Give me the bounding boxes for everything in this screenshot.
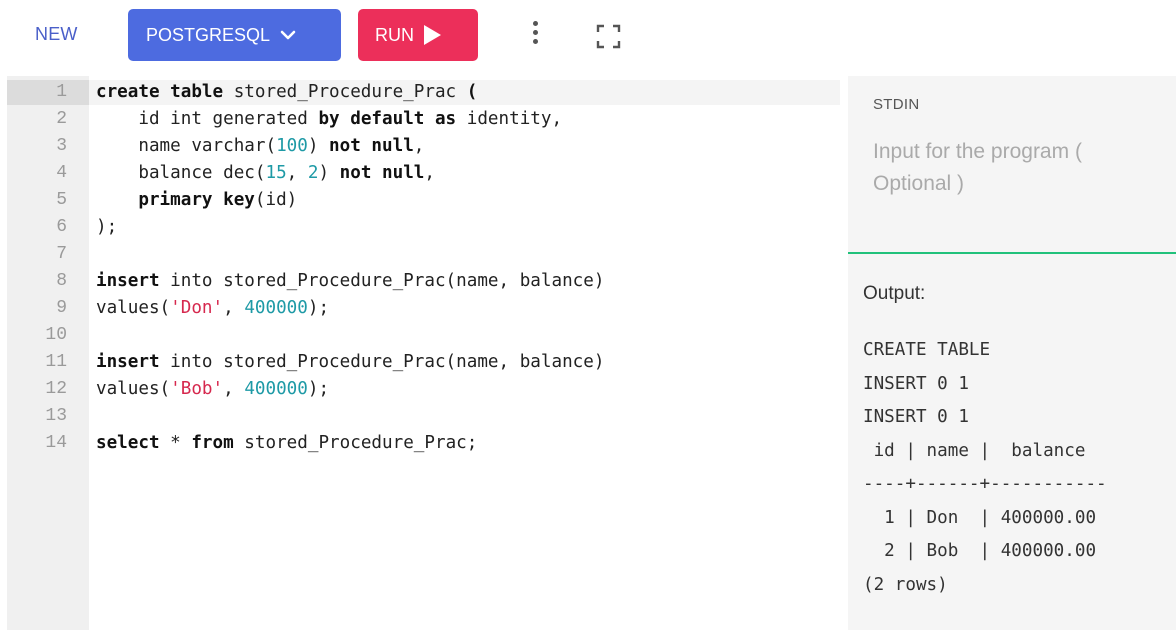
run-label: RUN: [375, 24, 414, 45]
code-line: select * from stored_Procedure_Prac;: [96, 430, 477, 457]
code-line: balance dec(15, 2) not null,: [96, 160, 435, 187]
line-number: 14: [45, 433, 67, 453]
code-token: ,: [286, 163, 308, 183]
line-number: 5: [56, 190, 67, 210]
line-number: 10: [45, 325, 67, 345]
line-number: 7: [56, 244, 67, 264]
code-token: into stored_Procedure_Prac(name, balance…: [159, 271, 605, 291]
code-line: insert into stored_Procedure_Prac(name, …: [96, 349, 604, 376]
run-button[interactable]: RUN: [358, 9, 478, 61]
code-token: id int generated: [96, 109, 319, 129]
code-token: (: [466, 82, 478, 102]
code-token: ): [318, 163, 340, 183]
code-token: stored_Procedure_Prac;: [233, 433, 478, 453]
code-token: into stored_Procedure_Prac(name, balance…: [159, 352, 605, 372]
code-token: insert: [96, 352, 160, 372]
io-panel: STDIN Output: CREATE TABLE INSERT 0 1 IN…: [848, 76, 1176, 630]
line-number: 13: [45, 406, 67, 426]
new-button[interactable]: NEW: [35, 24, 78, 45]
code-token: 'Don': [170, 298, 224, 318]
code-token: name varchar(: [96, 136, 277, 156]
code-token: 100: [276, 136, 308, 156]
line-number: 1: [56, 82, 67, 102]
code-token: );: [307, 379, 330, 399]
code-token: not null: [329, 136, 414, 156]
code-token: create table: [96, 82, 224, 102]
line-number: 4: [56, 163, 67, 183]
code-token: values(: [96, 298, 171, 318]
fullscreen-icon[interactable]: [596, 24, 621, 49]
code-line: name varchar(100) not null,: [96, 133, 424, 160]
stdin-input[interactable]: [873, 136, 1163, 216]
code-editor[interactable]: 1 2 3 4 5 6 7 8 9 10 11 12 13 14 create table stored_P…: [0, 76, 845, 630]
code-token: 15: [265, 163, 287, 183]
code-token: ): [307, 136, 330, 156]
code-token: );: [96, 217, 118, 237]
line-number: 8: [56, 271, 67, 291]
toolbar: NEW POSTGRESQL RUN: [0, 0, 1176, 74]
line-number: 12: [45, 379, 67, 399]
code-line: primary key(id): [96, 187, 297, 214]
code-token: );: [307, 298, 330, 318]
code-token: from: [191, 433, 234, 453]
code-line: );: [96, 214, 117, 241]
play-icon: [424, 25, 441, 45]
code-token: ,: [413, 136, 425, 156]
language-label: POSTGRESQL: [146, 24, 271, 45]
code-line: insert into stored_Procedure_Prac(name, …: [96, 268, 604, 295]
code-token: balance dec(: [96, 163, 266, 183]
code-token: 'Bob': [170, 379, 224, 399]
language-select-button[interactable]: POSTGRESQL: [128, 9, 341, 61]
code-token: identity,: [456, 109, 563, 129]
line-number: 6: [56, 217, 67, 237]
code-token: 400000: [244, 379, 308, 399]
code-token: ,: [223, 298, 245, 318]
more-options-icon[interactable]: [527, 21, 543, 51]
code-token: ,: [223, 379, 245, 399]
stdin-label: STDIN: [873, 96, 920, 113]
output-text: CREATE TABLE INSERT 0 1 INSERT 0 1 id | …: [863, 340, 1107, 595]
code-token: ,: [424, 163, 435, 183]
output-label: Output:: [863, 283, 926, 304]
code-line: values('Bob', 400000);: [96, 376, 329, 403]
code-token: *: [159, 433, 192, 453]
line-number: 3: [56, 136, 67, 156]
panel-divider: [848, 252, 1176, 254]
line-number: 11: [45, 352, 67, 372]
code-token: insert: [96, 271, 160, 291]
code-token: select: [96, 433, 160, 453]
code-token: not null: [339, 163, 425, 183]
code-token: values(: [96, 379, 171, 399]
code-token: stored_Procedure_Prac: [223, 82, 467, 102]
code-line: create table stored_Procedure_Prac (: [96, 79, 477, 106]
code-token: primary key: [138, 190, 255, 210]
line-number: 9: [56, 298, 67, 318]
code-token: 400000: [244, 298, 308, 318]
code-line: values('Don', 400000);: [96, 295, 329, 322]
code-token: (id): [254, 190, 298, 210]
line-number: 2: [56, 109, 67, 129]
code-line: id int generated by default as identity,: [96, 106, 562, 133]
code-token: 2: [307, 163, 319, 183]
code-token: by default as: [318, 109, 457, 129]
chevron-down-icon: [280, 30, 296, 40]
